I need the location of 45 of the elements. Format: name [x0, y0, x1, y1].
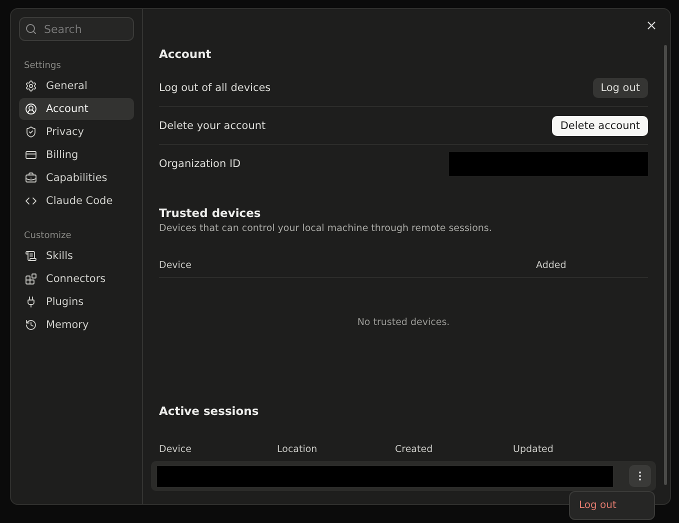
setting-label: Log out of all devices — [159, 82, 271, 94]
card-icon — [25, 149, 37, 161]
column-header: Device — [159, 444, 192, 455]
close-icon — [645, 19, 658, 32]
gear-icon — [25, 80, 37, 92]
setting-label: Delete your account — [159, 120, 266, 132]
scrollbar[interactable] — [664, 45, 667, 485]
log-out-button[interactable]: Log out — [592, 78, 648, 98]
section-title: Trusted devices — [159, 206, 262, 220]
section-title: Active sessions — [159, 404, 260, 418]
column-header: Updated — [513, 444, 554, 455]
sidebar-item[interactable]: Skills — [19, 245, 134, 267]
shield-icon — [25, 126, 37, 138]
code-icon — [25, 195, 37, 207]
sidebar-item[interactable]: Plugins — [19, 291, 134, 313]
plug-icon — [25, 296, 37, 308]
section-description: Devices that can control your local machine through remote sessions. — [159, 223, 493, 234]
menu-item[interactable]: Log out — [573, 495, 651, 516]
more-button[interactable] — [629, 465, 651, 487]
briefcase-icon — [25, 172, 37, 184]
sidebar-item[interactable]: Billing — [19, 144, 134, 166]
column-header: Added — [536, 260, 568, 271]
sidebar-item[interactable]: Capabilities — [19, 167, 134, 189]
column-header: Device — [159, 260, 192, 271]
column-header: Created — [395, 444, 434, 455]
empty-message: No trusted devices. — [357, 316, 450, 328]
blocks-icon — [25, 273, 37, 285]
setting-label: Organization ID — [159, 158, 241, 170]
sidebar-item[interactable]: Memory — [19, 314, 134, 336]
sidebar-item[interactable]: General — [19, 75, 134, 97]
column-header: Location — [277, 444, 318, 455]
search-field[interactable]: Search — [19, 17, 134, 41]
delete-account-button[interactable]: Delete account — [552, 116, 648, 136]
scroll-icon — [25, 250, 37, 262]
section-title: Account — [159, 47, 212, 61]
group-label: Customize — [23, 230, 72, 243]
sidebar-item[interactable]: Account — [19, 98, 134, 120]
close-button[interactable] — [645, 19, 658, 32]
sidebar-item[interactable]: Connectors — [19, 268, 134, 290]
search-icon — [25, 23, 37, 35]
sidebar-item[interactable]: Privacy — [19, 121, 134, 143]
history-icon — [25, 319, 37, 331]
sidebar-item[interactable]: Claude Code — [19, 190, 134, 212]
group-label: Settings — [23, 60, 62, 73]
user-circle-icon — [25, 103, 37, 115]
